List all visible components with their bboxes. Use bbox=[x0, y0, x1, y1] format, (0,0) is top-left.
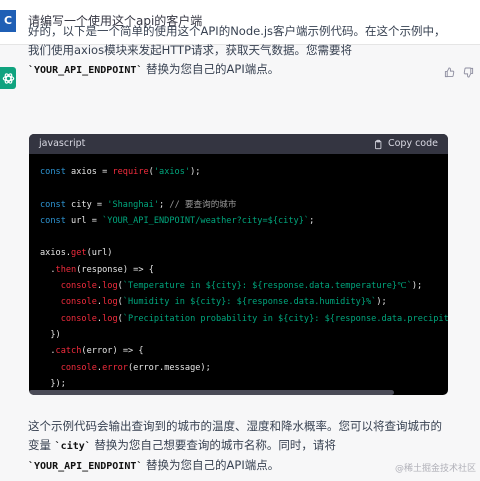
chatgpt-logo-icon bbox=[0, 67, 16, 89]
copy-code-button[interactable]: Copy code bbox=[373, 134, 438, 154]
code-line: console.log(`Humidity in ${city}: ${resp… bbox=[60, 297, 387, 308]
horizontal-scrollbar[interactable] bbox=[29, 390, 394, 395]
code-line: console.log(`Temperature in ${city}: ${r… bbox=[60, 281, 423, 292]
code-line: const url = `YOUR_API_ENDPOINT/weather?c… bbox=[40, 215, 315, 226]
code-line: const city = 'Shanghai'; // 要查询的城市 bbox=[40, 199, 237, 210]
code-line: const axios = require('axios'); bbox=[40, 167, 201, 177]
code-line: }) bbox=[40, 329, 61, 340]
code-block: javascript Copy code const axios = requi… bbox=[29, 134, 448, 395]
copy-code-label: Copy code bbox=[387, 138, 438, 149]
thumbs-down-icon[interactable] bbox=[463, 67, 474, 81]
clipboard-icon bbox=[375, 139, 382, 149]
watermark: @稀土掘金技术社区 bbox=[394, 464, 476, 474]
user-avatar: C bbox=[0, 10, 16, 32]
code-line: axios.get(url) bbox=[40, 248, 113, 259]
code-line: console.error(error.message); bbox=[60, 362, 211, 373]
code-line: .then(response) => { bbox=[40, 264, 154, 275]
assistant-outro-text: 这个示例代码会输出查询到的城市的温度、湿度和降水概率。您可以将查询城市的变量 `… bbox=[28, 419, 442, 472]
code-block-header: javascript Copy code bbox=[29, 134, 448, 154]
assistant-intro-text: 好的，以下是一个简单的使用这个API的Node.js客户端示例代码。在这个示例中… bbox=[28, 24, 446, 76]
code-line: console.log(`Precipitation probability i… bbox=[60, 313, 448, 324]
inline-code-endpoint-2: `YOUR_API_ENDPOINT` bbox=[28, 461, 143, 472]
code-language-label: javascript bbox=[39, 138, 86, 149]
code-content: const axios = require('axios'); const ci… bbox=[29, 154, 448, 395]
inline-code-city: `city` bbox=[54, 441, 91, 452]
inline-code-endpoint: `YOUR_API_ENDPOINT` bbox=[28, 65, 143, 76]
code-line: .catch(error) => { bbox=[40, 346, 144, 357]
feedback-controls bbox=[444, 67, 474, 81]
